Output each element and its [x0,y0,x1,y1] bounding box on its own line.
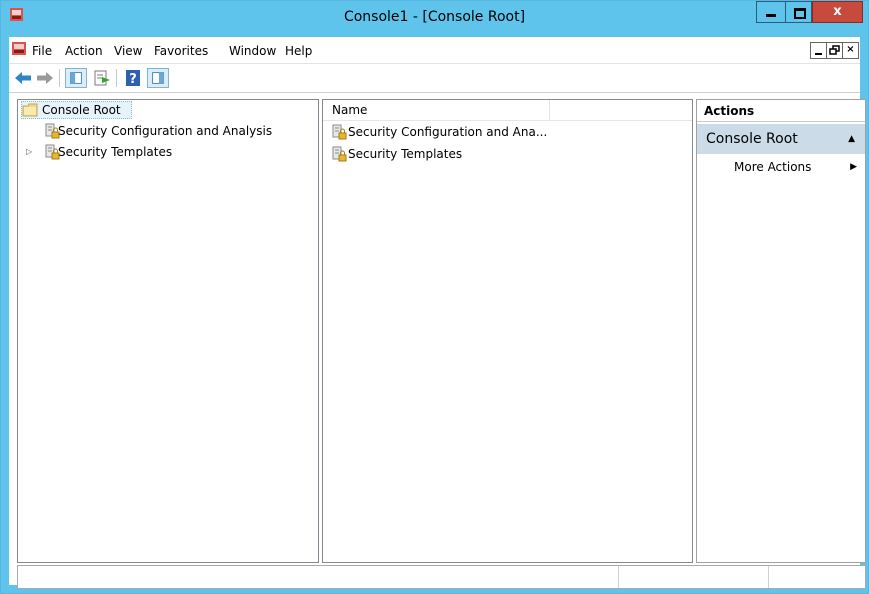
security-snapin-icon [332,124,347,140]
expand-arrow-icon[interactable]: ▷ [26,142,32,162]
forward-arrow-icon[interactable] [34,68,56,88]
window-title: Console1 - [Console Root] [343,9,526,25]
tree-item-security-templates[interactable]: ▷ Security Templates [26,142,226,162]
more-actions-item[interactable]: More Actions [734,156,811,178]
restore-icon [829,45,840,55]
maximize-icon [794,8,806,19]
mdi-minimize-button[interactable] [810,42,827,59]
toolbar: ? [9,64,860,93]
mmc-window: Console1 - [Console Root] x File Action … [0,0,869,594]
back-arrow-icon[interactable] [12,68,34,88]
tree-item-label: Console Root [42,103,121,117]
actions-pane-title: Actions [697,100,865,122]
maximize-button[interactable] [785,1,812,23]
show-hide-action-pane-icon[interactable] [147,68,169,88]
mdi-close-button[interactable]: × [842,42,859,59]
help-icon[interactable]: ? [122,68,144,88]
menu-bar: File Action View Favorites Window Help × [9,37,860,64]
menu-view[interactable]: View [114,44,142,58]
security-snapin-icon [332,146,347,162]
menu-favorites[interactable]: Favorites [154,44,208,58]
column-header-name[interactable]: Name [323,100,550,120]
actions-pane: Actions Console Root ▲ More Actions ▶ [696,99,866,563]
toolbar-separator [59,69,60,87]
client-area: File Action View Favorites Window Help × [9,37,866,589]
svg-text:?: ? [129,72,137,87]
minimize-button[interactable] [756,1,785,23]
actions-group-label: Console Root [706,131,798,147]
tree-item-label: Security Configuration and Analysis [58,124,273,138]
status-bar [17,565,866,589]
menu-action[interactable]: Action [65,44,103,58]
toolbar-separator [116,69,117,87]
list-item-label: Security Templates [348,147,463,161]
actions-group-console-root[interactable]: Console Root ▲ [697,124,865,154]
menu-file[interactable]: File [32,44,52,58]
submenu-arrow-icon[interactable]: ▶ [850,156,857,178]
mdi-restore-button[interactable] [826,42,843,59]
status-bar-segment [618,566,769,588]
console-tree-pane: Console Root Security Configuration and … [17,99,319,563]
result-list-pane: Name Security Configuration and Ana... S… [322,99,693,563]
status-bar-segment [768,566,866,588]
minimize-icon [766,14,776,17]
menu-help[interactable]: Help [285,44,312,58]
show-hide-tree-icon[interactable] [65,68,87,88]
close-button[interactable]: x [812,1,863,23]
folder-icon [22,103,38,117]
title-bar[interactable]: Console1 - [Console Root] x [1,1,868,37]
console-menu-icon[interactable] [12,42,26,55]
list-item-label: Security Configuration and Ana... [348,125,548,139]
menu-window[interactable]: Window [229,44,276,58]
tree-item-label: Security Templates [58,145,173,159]
export-list-icon[interactable] [91,68,113,88]
list-header: Name [323,100,692,121]
collapse-arrow-icon[interactable]: ▲ [848,124,855,154]
